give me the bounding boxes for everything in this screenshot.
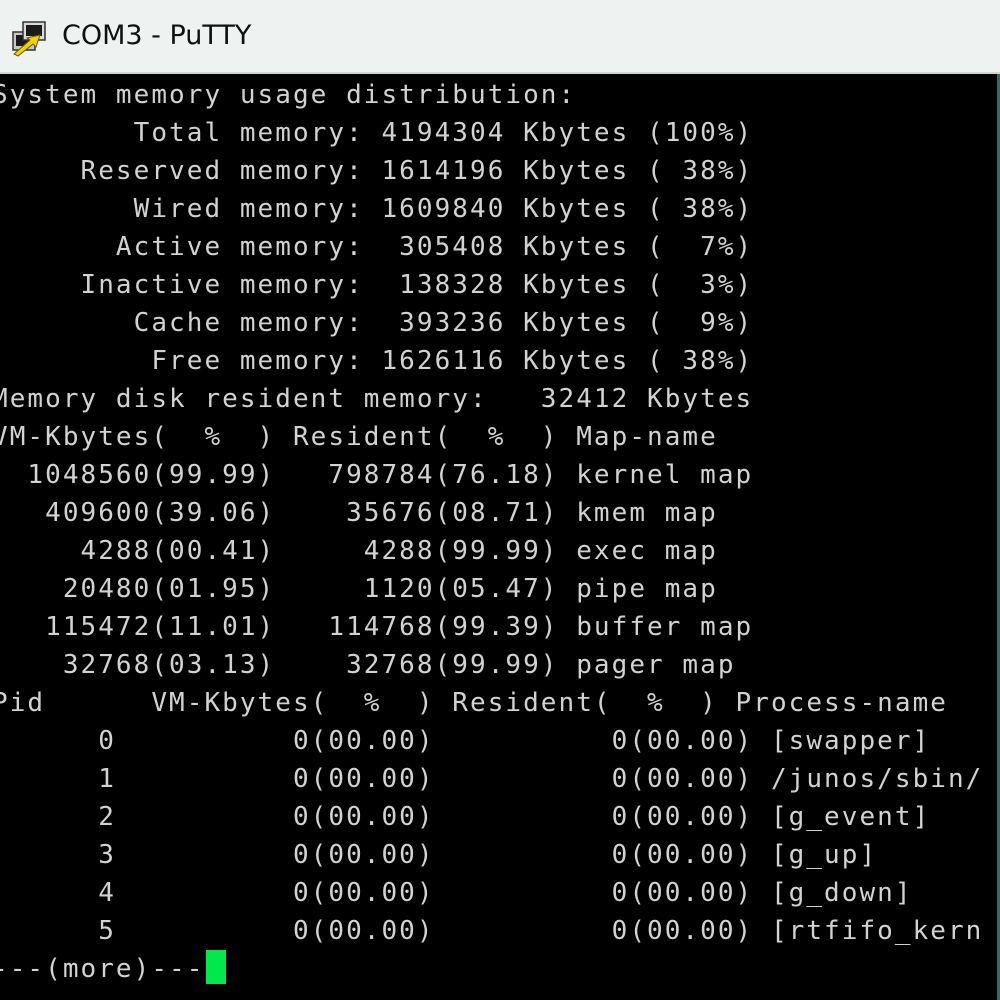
terminal-line: System memory usage distribution: [0,80,577,110]
terminal-line: Inactive memory: 138328 Kbytes ( 3%) [0,270,754,300]
terminal-line: 1 0(00.00) 0(00.00) /junos/sbin/ [0,764,984,794]
terminal-line: 4 0(00.00) 0(00.00) [g_down] [0,878,913,908]
terminal-line: Wired memory: 1609840 Kbytes ( 38%) [0,194,754,224]
terminal-line: 20480(01.95) 1120(05.47) pipe map [0,574,718,604]
terminal-screen[interactable]: System memory usage distribution: Total … [0,74,1000,1000]
terminal-line: Total memory: 4194304 Kbytes (100%) [0,118,754,148]
terminal-line: 2 0(00.00) 0(00.00) [g_event] [0,802,931,832]
terminal-line: Reserved memory: 1614196 Kbytes ( 38%) [0,156,754,186]
terminal-line: Active memory: 305408 Kbytes ( 7%) [0,232,754,262]
window-title: COM3 - PuTTY [62,20,252,51]
terminal-line: 409600(39.06) 35676(08.71) kmem map [0,498,718,528]
terminal-line: 115472(11.01) 114768(99.39) buffer map [0,612,754,642]
terminal-line: 3 0(00.00) 0(00.00) [g_up] [0,840,878,870]
terminal-line: 32768(03.13) 32768(99.99) pager map [0,650,736,680]
terminal-cursor [206,950,227,984]
terminal-line: 4288(00.41) 4288(99.99) exec map [0,536,718,566]
terminal-line: Cache memory: 393236 Kbytes ( 9%) [0,308,754,338]
pager-prompt-line[interactable]: ---(more)--- [0,950,227,988]
terminal-line: Memory disk resident memory: 32412 Kbyte… [0,384,754,414]
terminal-line: 0 0(00.00) 0(00.00) [swapper] [0,726,931,756]
title-bar[interactable]: COM3 - PuTTY [0,0,1000,74]
terminal-line: 5 0(00.00) 0(00.00) [rtfifo_kern [0,916,984,946]
putty-window: COM3 - PuTTY System memory usage distrib… [0,0,1000,1000]
terminal-line: Pid VM-Kbytes( % ) Resident( % ) Process… [0,688,948,718]
pager-prompt: ---(more)--- [0,954,205,984]
putty-terminal-icon[interactable] [10,18,50,58]
terminal-line: Free memory: 1626116 Kbytes ( 38%) [0,346,754,376]
terminal-line: 1048560(99.99) 798784(76.18) kernel map [0,460,754,490]
terminal-line: VM-Kbytes( % ) Resident( % ) Map-name [0,422,718,452]
